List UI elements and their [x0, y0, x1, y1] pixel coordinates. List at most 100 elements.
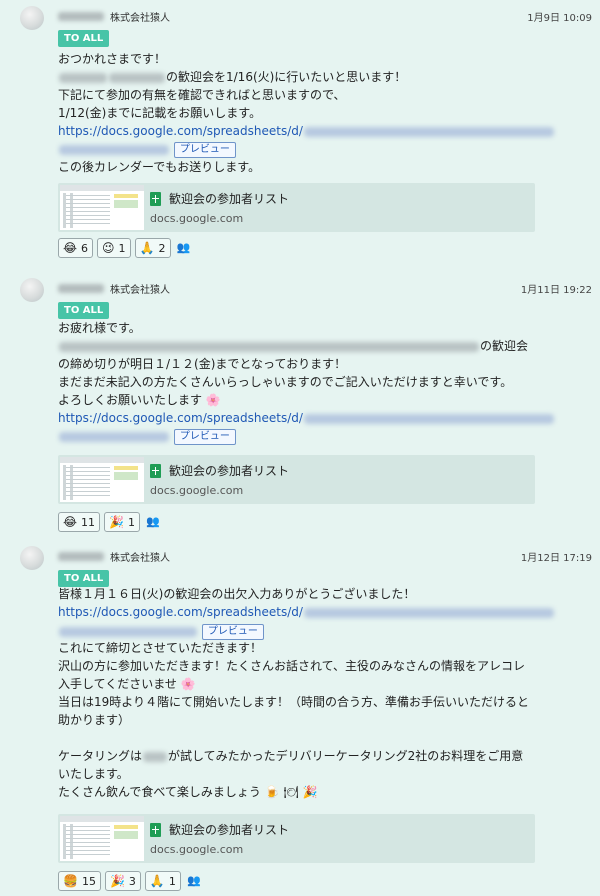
reaction-emoji: 🎉 — [109, 515, 124, 529]
reaction-emoji: 😉 — [102, 241, 115, 255]
google-sheets-icon — [150, 463, 161, 478]
message-text: この後カレンダーでもお送りします。 — [58, 160, 261, 174]
spreadsheet-thumbnail — [60, 185, 144, 230]
message-text: の歓迎会を1/16(火)に行いたいと思います！ — [166, 70, 407, 84]
reaction-emoji: 😂 — [63, 241, 78, 255]
message-link-line: https://docs.google.com/spreadsheets/d/ — [58, 409, 555, 427]
link-preview-card[interactable]: 歓迎会の参加者リスト docs.google.com — [58, 455, 535, 504]
blurred-link[interactable] — [59, 144, 169, 155]
message-header: 株式会社猿人 — [58, 548, 170, 564]
message-header: 株式会社猿人 — [58, 280, 170, 296]
reactions: 😂 6 😉 1 🙏 2 👥 — [58, 238, 193, 258]
flower-emoji: 🌸 — [180, 677, 196, 691]
preview-button[interactable]: プレビュー — [173, 428, 236, 445]
message-link-line: https://docs.google.com/spreadsheets/d/ — [58, 603, 555, 621]
card-title: 歓迎会の参加者リスト — [169, 192, 290, 206]
reaction[interactable]: 😉 1 — [97, 238, 131, 258]
reaction[interactable]: 🎉 3 — [104, 871, 141, 891]
timestamp: 1月11日 19:22 — [520, 285, 592, 296]
blurred-link[interactable] — [59, 431, 169, 442]
message-text: 助かります） — [58, 713, 131, 727]
message-link-line: プレビュー — [58, 427, 236, 445]
spreadsheet-thumbnail — [60, 816, 144, 861]
reaction-emoji: 🎉 — [109, 874, 125, 888]
message-text: おつかれさまです！ — [58, 52, 167, 66]
blurred-link[interactable] — [303, 413, 554, 424]
reaction-count: 3 — [128, 874, 136, 888]
message-text-line: 入手してくださいませ 🌸 — [58, 675, 196, 693]
plate-emoji: 🍽 — [283, 785, 299, 799]
message-text: よろしくお願いいたします — [58, 393, 203, 407]
blurred-sender-name — [58, 283, 104, 293]
message-text-line: の歓迎会 — [58, 337, 528, 355]
beer-emoji: 🍺 — [264, 785, 280, 799]
reactions: 😂 11 🎉 1 👥 — [58, 512, 162, 532]
company-name: 株式会社猿人 — [110, 284, 170, 296]
link-preview-card[interactable]: 歓迎会の参加者リスト docs.google.com — [58, 183, 535, 232]
message-text: の締め切りが明日１/１２(金)までとなっております！ — [58, 357, 347, 371]
reaction-count: 15 — [81, 874, 96, 888]
link-preview-card[interactable]: 歓迎会の参加者リスト docs.google.com — [58, 814, 535, 863]
reaction-emoji: 🍔 — [63, 874, 78, 888]
avatar[interactable] — [20, 6, 44, 30]
timestamp: 1月9日 10:09 — [527, 13, 592, 24]
reaction[interactable]: 😂 11 — [58, 512, 101, 532]
message-link-line: プレビュー — [58, 140, 236, 158]
message-text: たくさん飲んで食べて楽しみましょう — [58, 785, 261, 799]
message-text-line: の歓迎会を1/16(火)に行いたいと思います！ — [58, 68, 406, 86]
reaction-count: 6 — [81, 241, 89, 255]
message-text-line: たくさん飲んで食べて楽しみましょう 🍺 🍽 🎉 — [58, 783, 318, 801]
message-text-line: よろしくお願いいたします 🌸 — [58, 391, 221, 409]
blurred-text — [109, 72, 165, 83]
message-text-line: ケータリングは が試してみたかったデリバリーケータリング2社のお料理をご用意 — [58, 747, 523, 765]
reaction-count: 2 — [158, 241, 166, 255]
avatar[interactable] — [20, 546, 44, 570]
message-text: 当日は19時より４階にて開始いたします！（時間の合う方、準備お手伝いいただけると — [58, 695, 530, 709]
google-sheets-icon — [150, 191, 161, 206]
message-text: これにて締切とさせていただきます！ — [58, 641, 263, 655]
spreadsheet-link[interactable]: https://docs.google.com/spreadsheets/d/ — [58, 605, 303, 619]
preview-button[interactable]: プレビュー — [201, 623, 264, 640]
reaction[interactable]: 🍔 15 — [58, 871, 101, 891]
message-link-line: https://docs.google.com/spreadsheets/d/ — [58, 122, 555, 140]
reaction[interactable]: 🎉 1 — [104, 512, 140, 532]
flower-emoji: 🌸 — [205, 393, 221, 407]
message-text: ケータリングは — [58, 749, 143, 763]
card-domain: docs.google.com — [150, 212, 244, 225]
reaction-count: 1 — [168, 874, 176, 888]
reaction[interactable]: 🙏 1 — [144, 871, 181, 891]
spreadsheet-link[interactable]: https://docs.google.com/spreadsheets/d/ — [58, 411, 303, 425]
reaction-count: 1 — [118, 241, 126, 255]
message-text: が試してみたかったデリバリーケータリング2社のお料理をご用意 — [168, 749, 524, 763]
reaction[interactable]: 🙏 2 — [134, 238, 171, 258]
to-all-badge: TO ALL — [58, 302, 110, 319]
blurred-sender-name — [58, 551, 104, 561]
message-header: 株式会社猿人 — [58, 8, 170, 24]
reaction-emoji: 🙏 — [149, 874, 165, 888]
blurred-link[interactable] — [59, 626, 197, 637]
message-3: 株式会社猿人 1月12日 17:19 TO ALL 皆様１月１６日(火)の歓迎会… — [0, 540, 600, 896]
to-all-badge: TO ALL — [58, 30, 110, 47]
reacted-members-icon[interactable]: 👥 — [144, 512, 162, 530]
spreadsheet-link[interactable]: https://docs.google.com/spreadsheets/d/ — [58, 124, 303, 138]
blurred-link[interactable] — [303, 126, 554, 137]
reaction-count: 11 — [81, 515, 96, 529]
message-text: の歓迎会 — [480, 339, 529, 353]
card-title: 歓迎会の参加者リスト — [169, 823, 290, 837]
card-domain: docs.google.com — [150, 484, 244, 497]
reactions: 🍔 15 🎉 3 🙏 1 👥 — [58, 871, 203, 891]
reaction-count: 1 — [127, 515, 135, 529]
blurred-sender-name — [58, 11, 104, 21]
blurred-link[interactable] — [303, 607, 554, 618]
reaction[interactable]: 😂 6 — [58, 238, 94, 258]
party-emoji: 🎉 — [302, 785, 318, 799]
avatar[interactable] — [20, 278, 44, 302]
preview-button[interactable]: プレビュー — [173, 141, 236, 158]
message-1: 株式会社猿人 1月9日 10:09 TO ALL おつかれさまです！ の歓迎会を… — [0, 0, 600, 270]
reacted-members-icon[interactable]: 👥 — [185, 871, 203, 889]
company-name: 株式会社猿人 — [110, 552, 170, 564]
reacted-members-icon[interactable]: 👥 — [175, 238, 193, 256]
message-text: 1/12(金)までに記載をお願いします。 — [58, 106, 262, 120]
timestamp: 1月12日 17:19 — [520, 553, 592, 564]
message-text: 皆様１月１６日(火)の歓迎会の出欠入力ありがとうございました！ — [58, 587, 416, 601]
